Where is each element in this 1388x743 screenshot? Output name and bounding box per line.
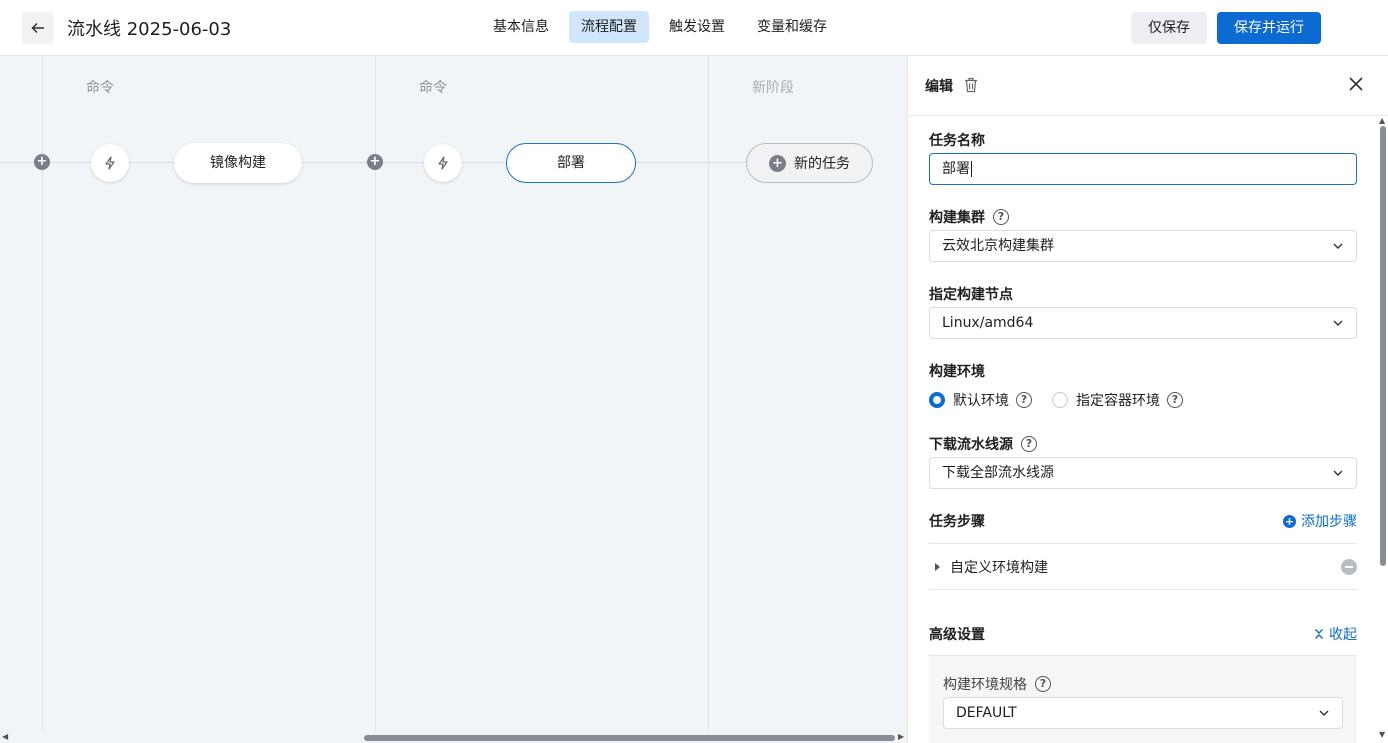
help-icon[interactable]: ?: [1021, 436, 1037, 452]
stage-divider: [708, 56, 709, 743]
help-icon[interactable]: ?: [1016, 392, 1032, 408]
horizontal-scroll-thumb[interactable]: [364, 735, 895, 741]
step-item[interactable]: 自定义环境构建: [929, 544, 1357, 590]
env-label: 构建环境: [929, 364, 985, 380]
node-label: 指定构建节点: [929, 287, 1013, 303]
scroll-right-icon[interactable]: ▶: [898, 732, 904, 741]
panel-title: 编辑: [925, 79, 953, 95]
cluster-label: 构建集群 ?: [929, 207, 1009, 227]
tab-trigger-settings[interactable]: 触发设置: [657, 11, 737, 43]
help-icon[interactable]: ?: [1167, 392, 1183, 408]
new-job-label: 新的任务: [794, 156, 850, 172]
advanced-header: 高级设置 收起: [929, 624, 1357, 644]
tab-variables-cache[interactable]: 变量和缓存: [745, 11, 839, 43]
stage-label-new: 新阶段: [752, 80, 794, 96]
stage-label: 命令: [419, 80, 447, 96]
arrow-left-icon: [31, 22, 44, 34]
divider: [929, 589, 1357, 590]
horizontal-scrollbar[interactable]: ◀ ▶: [0, 731, 907, 743]
chevron-down-icon: [1319, 710, 1329, 716]
advanced-label: 高级设置: [929, 627, 985, 643]
vertical-scroll-thumb[interactable]: [1380, 126, 1386, 566]
panel-header: 编辑: [908, 56, 1388, 116]
scroll-left-icon[interactable]: ◀: [2, 732, 8, 741]
task-name-input[interactable]: 部署: [929, 153, 1357, 185]
steps-label: 任务步骤: [929, 514, 985, 530]
caret-right-icon[interactable]: [935, 563, 940, 571]
help-icon[interactable]: ?: [1035, 676, 1051, 692]
lightning-icon: [105, 156, 115, 170]
stage-trigger-button[interactable]: [91, 144, 129, 182]
plus-circle-icon: +: [1283, 514, 1296, 528]
save-and-run-button[interactable]: 保存并运行: [1217, 12, 1321, 44]
job-node-image-build[interactable]: 镜像构建: [174, 143, 302, 183]
back-button[interactable]: [22, 12, 54, 44]
source-label: 下载流水线源 ?: [929, 434, 1037, 454]
pipeline-canvas: 命令 命令 新阶段 + 镜像构建 + 部署 + 新的任务: [0, 56, 907, 743]
add-stage-button[interactable]: +: [34, 154, 50, 170]
plus-circle-icon: +: [769, 154, 786, 172]
chevron-down-icon: [1333, 243, 1343, 249]
radio-container-env-label[interactable]: 指定容器环境: [1076, 390, 1160, 410]
page-title: 流水线 2025-06-03: [67, 19, 232, 40]
stage-trigger-button[interactable]: [424, 144, 462, 182]
top-bar: 流水线 2025-06-03 基本信息 流程配置 触发设置 变量和缓存 仅保存 …: [0, 0, 1388, 56]
radio-default-env[interactable]: [929, 392, 945, 408]
source-select[interactable]: 下载全部流水线源: [929, 457, 1357, 489]
spec-label: 构建环境规格 ?: [943, 674, 1051, 694]
new-job-button[interactable]: + 新的任务: [746, 143, 873, 183]
step-label: 自定义环境构建: [950, 560, 1048, 576]
task-name-label: 任务名称: [929, 133, 985, 149]
text-caret: [971, 161, 972, 177]
scroll-down-icon[interactable]: ▼: [1379, 730, 1385, 739]
radio-container-env[interactable]: [1052, 392, 1068, 408]
scroll-up-icon[interactable]: ▲: [1379, 116, 1385, 125]
env-radio-group: 默认环境 ? 指定容器环境 ?: [929, 390, 1183, 410]
trash-icon[interactable]: [964, 77, 978, 93]
lightning-icon: [438, 156, 448, 170]
remove-step-icon[interactable]: [1341, 559, 1357, 575]
radio-default-env-label[interactable]: 默认环境: [953, 390, 1009, 410]
collapse-button[interactable]: 收起: [1314, 624, 1357, 644]
nav-tabs: 基本信息 流程配置 触发设置 变量和缓存: [481, 11, 839, 43]
job-node-deploy[interactable]: 部署: [506, 143, 636, 183]
steps-header: 任务步骤 + 添加步骤: [929, 511, 1357, 531]
chevron-down-icon: [1333, 470, 1343, 476]
stage-label: 命令: [86, 80, 114, 96]
add-step-button[interactable]: + 添加步骤: [1283, 511, 1357, 531]
chevron-down-icon: [1333, 320, 1343, 326]
help-icon[interactable]: ?: [993, 209, 1009, 225]
close-icon[interactable]: [1348, 76, 1364, 92]
vertical-scrollbar[interactable]: ▲ ▼: [1378, 116, 1388, 743]
node-select[interactable]: Linux/amd64: [929, 307, 1357, 339]
tab-basic-info[interactable]: 基本信息: [481, 11, 561, 43]
advanced-settings-box: 构建环境规格 ? DEFAULT: [929, 656, 1357, 743]
save-only-button[interactable]: 仅保存: [1131, 12, 1207, 44]
add-stage-button[interactable]: +: [367, 154, 383, 170]
cluster-select[interactable]: 云效北京构建集群: [929, 230, 1357, 262]
tab-flow-config[interactable]: 流程配置: [569, 11, 649, 43]
collapse-icon: [1315, 629, 1323, 639]
edit-panel: 编辑 任务名称 部署 构建集群 ? 云效北京构建集群 指定构建节点 Linux/…: [907, 56, 1388, 743]
spec-select[interactable]: DEFAULT: [943, 697, 1343, 729]
